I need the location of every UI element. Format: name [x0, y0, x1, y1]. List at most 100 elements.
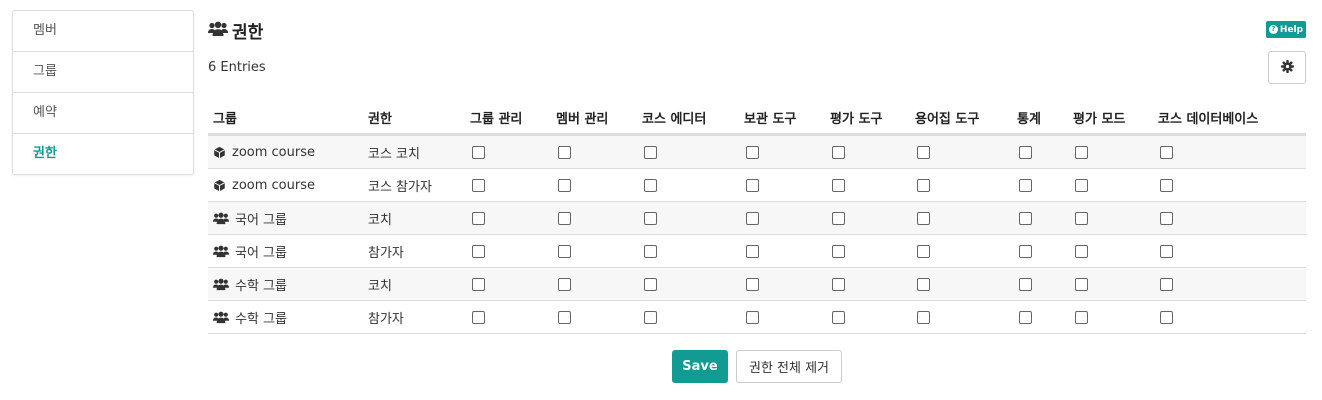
permission-checkbox[interactable]	[917, 277, 930, 291]
remove-all-permissions-button[interactable]: 권한 전체 제거	[736, 350, 842, 383]
permission-checkbox[interactable]	[1160, 211, 1173, 225]
permission-checkbox[interactable]	[558, 310, 571, 324]
table-settings-button[interactable]	[1268, 51, 1306, 84]
permission-checkbox[interactable]	[746, 145, 759, 159]
permission-checkbox[interactable]	[1075, 178, 1088, 192]
permission-checkbox[interactable]	[1019, 277, 1032, 291]
permission-cell	[1153, 234, 1306, 268]
permission-checkbox[interactable]	[472, 277, 485, 291]
permission-checkbox[interactable]	[1075, 277, 1088, 291]
save-button[interactable]: Save	[672, 350, 728, 383]
permission-checkbox[interactable]	[746, 178, 759, 192]
column-header[interactable]: 그룹 관리	[465, 101, 551, 136]
sidebar-item-reservations[interactable]: 예약	[13, 93, 193, 134]
permission-checkbox[interactable]	[1019, 244, 1032, 258]
permission-cell	[465, 201, 551, 235]
permission-checkbox[interactable]	[746, 211, 759, 225]
sidebar: 멤버 그룹 예약 권한	[12, 10, 194, 175]
permission-checkbox[interactable]	[472, 310, 485, 324]
permission-checkbox[interactable]	[917, 244, 930, 258]
permission-checkbox[interactable]	[472, 244, 485, 258]
sidebar-item-permissions[interactable]: 권한	[13, 134, 193, 174]
permission-checkbox[interactable]	[917, 211, 930, 225]
permission-cell	[739, 300, 825, 334]
permission-checkbox[interactable]	[832, 211, 845, 225]
group-label: 수학 그룹	[213, 275, 363, 294]
permission-checkbox[interactable]	[1019, 178, 1032, 192]
permission-checkbox[interactable]	[832, 310, 845, 324]
permission-cell	[551, 134, 637, 169]
permission-checkbox[interactable]	[832, 244, 845, 258]
permission-checkbox[interactable]	[1019, 145, 1032, 159]
permission-checkbox[interactable]	[1160, 277, 1173, 291]
role-cell: 참가자	[363, 300, 465, 334]
users-icon	[213, 311, 229, 324]
permission-checkbox[interactable]	[1160, 244, 1173, 258]
permission-cell	[637, 201, 739, 235]
page-header: 권한	[208, 18, 263, 43]
permission-checkbox[interactable]	[1160, 310, 1173, 324]
permission-checkbox[interactable]	[644, 310, 657, 324]
permission-cell	[739, 267, 825, 301]
help-button[interactable]: ? Help	[1266, 21, 1306, 38]
permission-checkbox[interactable]	[558, 211, 571, 225]
permission-cell	[825, 201, 910, 235]
permission-checkbox[interactable]	[1075, 244, 1088, 258]
permission-checkbox[interactable]	[558, 277, 571, 291]
permission-checkbox[interactable]	[917, 178, 930, 192]
permission-cell	[910, 134, 1012, 169]
column-header[interactable]: 코스 에디터	[637, 101, 739, 136]
permission-checkbox[interactable]	[1075, 211, 1088, 225]
permission-checkbox[interactable]	[644, 244, 657, 258]
permission-checkbox[interactable]	[1160, 178, 1173, 192]
sidebar-item-members[interactable]: 멤버	[13, 11, 193, 52]
permission-checkbox[interactable]	[644, 211, 657, 225]
permission-checkbox[interactable]	[1019, 310, 1032, 324]
column-header[interactable]: 멤버 관리	[551, 101, 637, 136]
column-header[interactable]: 권한	[363, 101, 465, 136]
permission-checkbox[interactable]	[832, 277, 845, 291]
permission-cell	[637, 234, 739, 268]
permission-checkbox[interactable]	[644, 277, 657, 291]
permission-checkbox[interactable]	[746, 310, 759, 324]
users-icon	[213, 245, 229, 258]
permission-checkbox[interactable]	[917, 145, 930, 159]
permission-checkbox[interactable]	[472, 145, 485, 159]
permission-checkbox[interactable]	[1019, 211, 1032, 225]
permission-checkbox[interactable]	[472, 211, 485, 225]
permission-checkbox[interactable]	[746, 277, 759, 291]
permission-cell	[551, 300, 637, 334]
permission-checkbox[interactable]	[644, 178, 657, 192]
permission-cell	[637, 168, 739, 202]
group-name: 국어 그룹	[235, 245, 287, 261]
permission-checkbox[interactable]	[832, 178, 845, 192]
permission-checkbox[interactable]	[472, 178, 485, 192]
permission-cell	[910, 168, 1012, 202]
permission-checkbox[interactable]	[644, 145, 657, 159]
column-header[interactable]: 용어집 도구	[910, 101, 1012, 136]
permission-checkbox[interactable]	[1075, 145, 1088, 159]
permission-checkbox[interactable]	[1075, 310, 1088, 324]
page-title: 권한	[232, 23, 264, 43]
permission-checkbox[interactable]	[558, 244, 571, 258]
permission-cell	[1012, 234, 1068, 268]
users-icon	[208, 21, 228, 41]
permission-checkbox[interactable]	[558, 145, 571, 159]
column-header[interactable]: 평가 도구	[825, 101, 910, 136]
permission-checkbox[interactable]	[558, 178, 571, 192]
column-header[interactable]: 통계	[1012, 101, 1068, 136]
group-cell: zoom course	[208, 134, 363, 169]
column-header[interactable]: 평가 모드	[1068, 101, 1153, 136]
sidebar-item-groups[interactable]: 그룹	[13, 52, 193, 93]
permission-cell	[465, 134, 551, 169]
permission-checkbox[interactable]	[832, 145, 845, 159]
role-cell: 코치	[363, 267, 465, 301]
permission-checkbox[interactable]	[746, 244, 759, 258]
column-header[interactable]: 코스 데이터베이스	[1153, 101, 1306, 136]
permission-cell	[825, 134, 910, 169]
permission-checkbox[interactable]	[1160, 145, 1173, 159]
column-header[interactable]: 보관 도구	[739, 101, 825, 136]
table-header-row: 그룹 권한 그룹 관리 멤버 관리 코스 에디터 보관 도구 평가 도구 용어집…	[208, 101, 1306, 136]
permission-checkbox[interactable]	[917, 310, 930, 324]
column-header[interactable]: 그룹	[208, 101, 363, 136]
